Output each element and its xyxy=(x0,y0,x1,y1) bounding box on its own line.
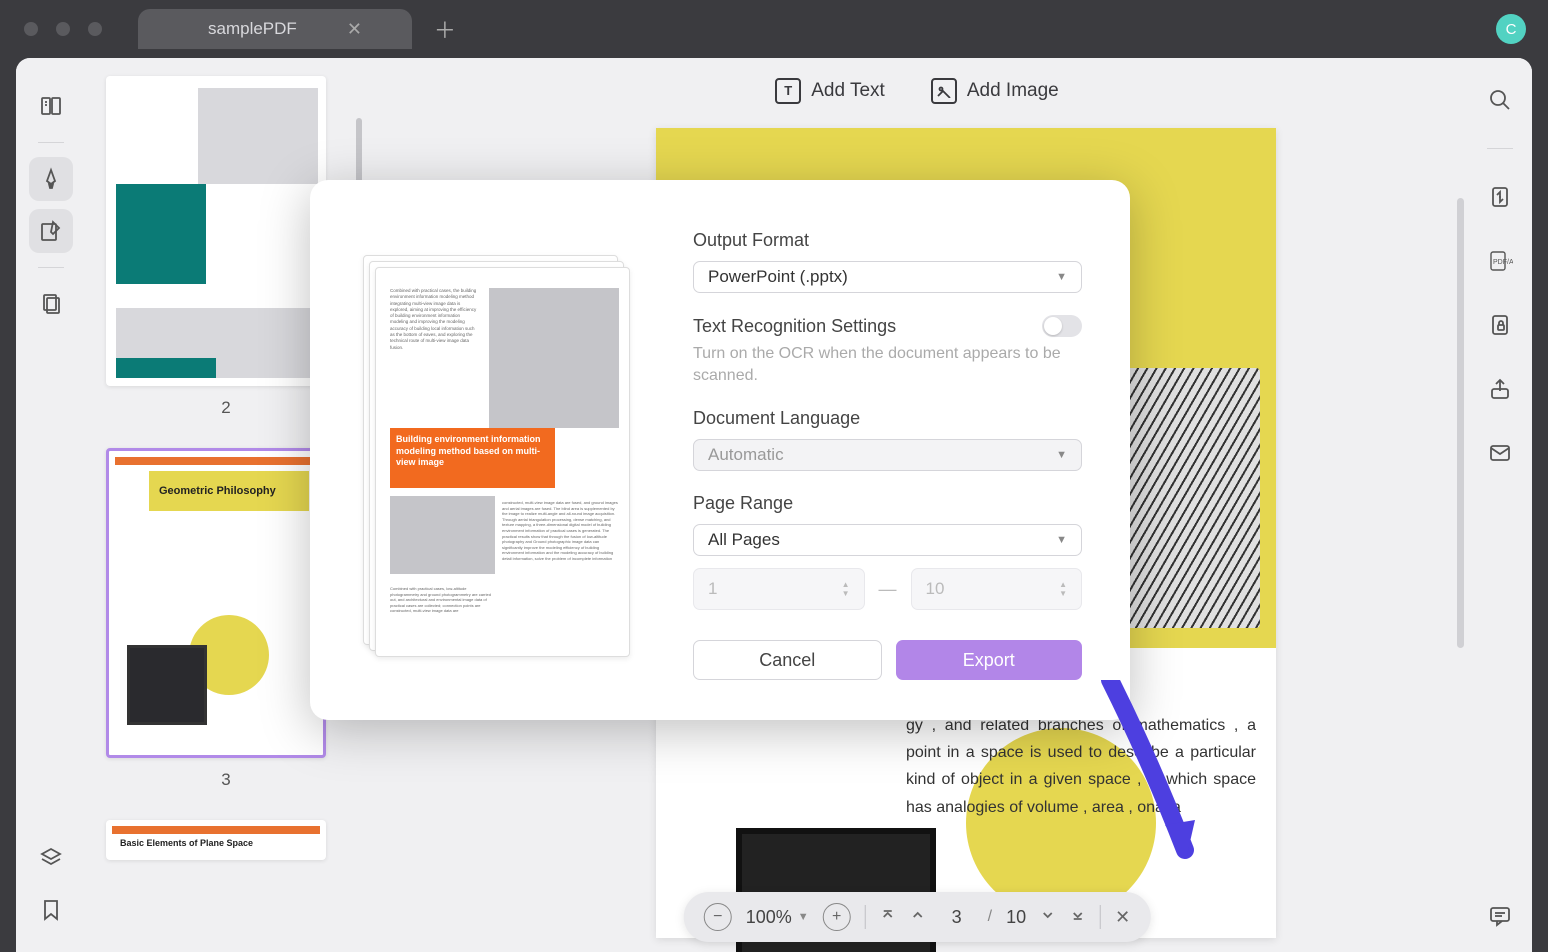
zoom-in-button[interactable]: + xyxy=(823,903,851,931)
user-avatar[interactable]: C xyxy=(1496,14,1526,44)
window-controls xyxy=(24,22,102,36)
bookmark-icon[interactable] xyxy=(29,888,73,932)
divider xyxy=(865,905,866,929)
caret-down-icon: ▼ xyxy=(798,911,809,923)
page-range-select[interactable]: All Pages ▼ xyxy=(693,524,1082,556)
minimize-window[interactable] xyxy=(56,22,70,36)
maximize-window[interactable] xyxy=(88,22,102,36)
tab-title: samplePDF xyxy=(208,19,297,39)
add-image-label: Add Image xyxy=(967,80,1059,102)
first-page-button[interactable] xyxy=(880,907,896,927)
top-toolbar: T Add Text Add Image xyxy=(366,58,1468,123)
language-value: Automatic xyxy=(708,445,784,465)
text-icon: T xyxy=(775,78,801,104)
cancel-button[interactable]: Cancel xyxy=(693,640,882,680)
range-dash: — xyxy=(879,579,897,600)
new-tab-button[interactable]: ＋ xyxy=(434,13,456,45)
export-button[interactable]: Export xyxy=(896,640,1083,680)
spinner-icons: ▲▼ xyxy=(1059,580,1067,598)
preview-page-title: Building environment information modelin… xyxy=(390,428,555,488)
export-label: Export xyxy=(963,650,1015,671)
range-to-value: 10 xyxy=(926,579,945,599)
output-format-select[interactable]: PowerPoint (.pptx) ▼ xyxy=(693,261,1082,293)
next-page-button[interactable] xyxy=(1040,907,1056,927)
bottom-toolbar: − 100% ▼ + / 10 ✕ xyxy=(684,892,1151,942)
thumbnail-item[interactable]: Basic Elements of Plane Space xyxy=(106,820,346,860)
protect-icon[interactable] xyxy=(1484,309,1516,341)
page-separator: / xyxy=(988,908,992,926)
range-from-value: 1 xyxy=(708,579,717,599)
search-icon[interactable] xyxy=(1484,84,1516,116)
add-image-button[interactable]: Add Image xyxy=(931,78,1059,104)
caret-down-icon: ▼ xyxy=(1056,271,1067,283)
svg-text:PDF/A: PDF/A xyxy=(1493,259,1513,266)
image-icon xyxy=(931,78,957,104)
zoom-value: 100% xyxy=(746,907,792,928)
current-page-input[interactable] xyxy=(940,907,974,928)
mail-icon[interactable] xyxy=(1484,437,1516,469)
language-select: Automatic ▼ xyxy=(693,439,1082,471)
divider xyxy=(1487,148,1513,149)
close-tab-icon[interactable]: ✕ xyxy=(347,19,362,40)
cancel-label: Cancel xyxy=(759,650,815,671)
last-page-button[interactable] xyxy=(1070,907,1086,927)
spinner-icons: ▲▼ xyxy=(842,580,850,598)
thumbnail-page-number: 3 xyxy=(106,770,346,790)
prev-page-button[interactable] xyxy=(910,907,926,927)
ocr-helper-text: Turn on the OCR when the document appear… xyxy=(693,343,1082,388)
toggle-knob xyxy=(1044,317,1062,335)
canvas-scrollbar[interactable] xyxy=(1457,198,1464,648)
range-to-input: 10 ▲▼ xyxy=(911,568,1083,610)
convert-icon[interactable] xyxy=(1484,181,1516,213)
language-label: Document Language xyxy=(693,408,1082,429)
document-tab[interactable]: samplePDF ✕ xyxy=(138,9,412,49)
pages-tool-icon[interactable] xyxy=(29,282,73,326)
caret-down-icon: ▼ xyxy=(1056,534,1067,546)
output-format-label: Output Format xyxy=(693,230,1082,251)
ocr-label: Text Recognition Settings xyxy=(693,316,896,337)
divider xyxy=(1100,905,1101,929)
ocr-toggle[interactable] xyxy=(1042,315,1082,337)
thumbnail-title: Basic Elements of Plane Space xyxy=(120,838,253,848)
pdfa-icon[interactable]: PDF/A xyxy=(1484,245,1516,277)
export-preview: Combined with practical cases, the build… xyxy=(358,230,633,680)
add-text-label: Add Text xyxy=(811,80,885,102)
zoom-out-button[interactable]: − xyxy=(704,903,732,931)
avatar-initial: C xyxy=(1506,21,1517,38)
highlighter-tool-icon[interactable] xyxy=(29,157,73,201)
titlebar: samplePDF ✕ ＋ C xyxy=(0,0,1548,58)
share-icon[interactable] xyxy=(1484,373,1516,405)
divider xyxy=(38,267,64,268)
thumbnail-title: Geometric Philosophy xyxy=(149,471,309,511)
total-pages: 10 xyxy=(1006,907,1026,928)
output-format-value: PowerPoint (.pptx) xyxy=(708,267,848,287)
left-sidebar xyxy=(16,58,86,952)
divider xyxy=(38,142,64,143)
zoom-dropdown[interactable]: 100% ▼ xyxy=(746,907,809,928)
export-form: Output Format PowerPoint (.pptx) ▼ Text … xyxy=(693,230,1082,680)
export-dialog: Combined with practical cases, the build… xyxy=(310,180,1130,720)
page-range-value: All Pages xyxy=(708,530,780,550)
add-text-button[interactable]: T Add Text xyxy=(775,78,885,104)
layers-icon[interactable] xyxy=(29,836,73,880)
reader-mode-icon[interactable] xyxy=(29,84,73,128)
right-sidebar: PDF/A xyxy=(1468,58,1532,952)
range-from-input: 1 ▲▼ xyxy=(693,568,865,610)
page-range-label: Page Range xyxy=(693,493,1082,514)
close-toolbar-icon[interactable]: ✕ xyxy=(1115,907,1130,928)
comment-icon[interactable] xyxy=(1484,900,1516,932)
close-window[interactable] xyxy=(24,22,38,36)
caret-down-icon: ▼ xyxy=(1056,449,1067,461)
edit-tool-icon[interactable] xyxy=(29,209,73,253)
document-body-text: gy , and related branches of mathematics… xyxy=(906,712,1256,821)
